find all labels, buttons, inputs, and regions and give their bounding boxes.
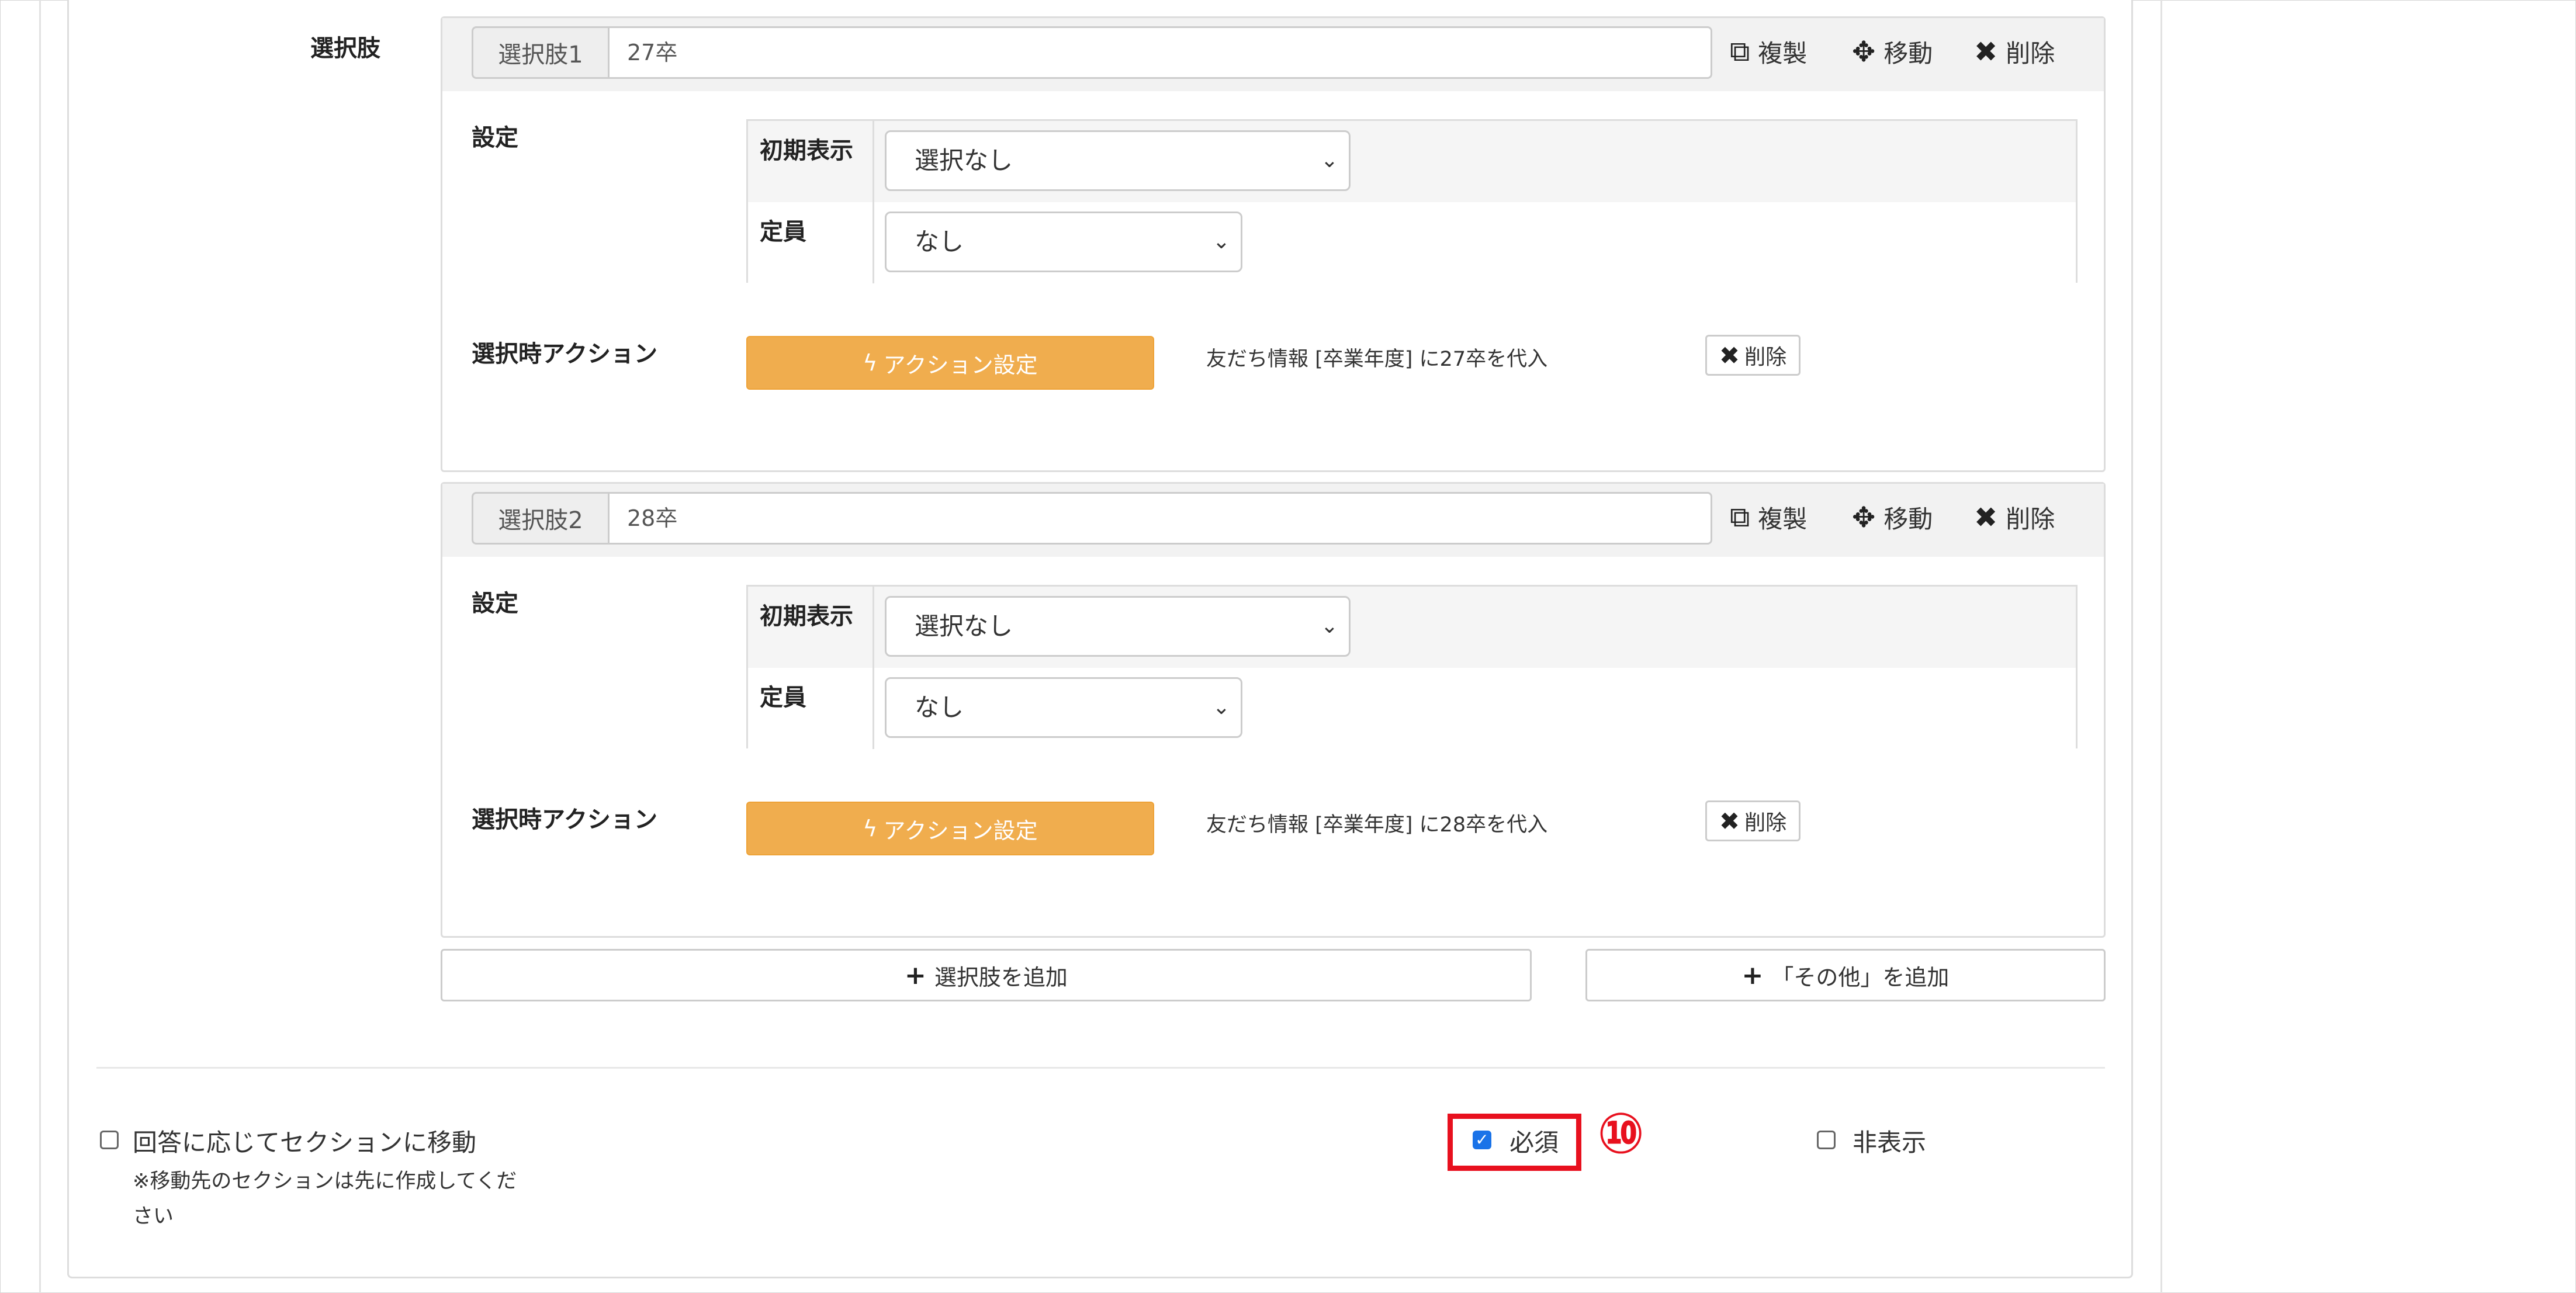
plus-icon: + <box>905 960 926 990</box>
section-jump-note-line2: さい <box>133 1205 174 1228</box>
capacity-label: 定員 <box>748 202 874 283</box>
section-jump-label: 回答に応じてセクションに移動 <box>133 1128 477 1157</box>
callout-number: ⑩ <box>1597 1101 1645 1166</box>
settings-table: 初期表示 選択なし ⌄ 定員 なし ⌄ <box>746 119 2078 283</box>
choices-field-label: 選択肢 <box>310 35 380 62</box>
move-button[interactable]: ✥ 移動 <box>1852 30 1933 74</box>
initial-display-select[interactable]: 選択なし ⌄ <box>885 596 1351 657</box>
move-icon: ✥ <box>1852 35 1876 68</box>
left-gutter-line <box>39 0 41 1293</box>
chevron-down-icon: ⌄ <box>1320 614 1338 638</box>
action-description: 友だち情報 [卒業年度] に27卒を代入 <box>1206 348 1548 371</box>
delete-button[interactable]: ✖ 削除 <box>1974 495 2055 539</box>
highlight-box <box>1448 1114 1581 1171</box>
action-description: 友だち情報 [卒業年度] に28卒を代入 <box>1206 813 1548 837</box>
close-icon: ✖ <box>1719 341 1740 370</box>
choice-addon-label: 選択肢2 <box>472 492 608 545</box>
section-divider <box>96 1067 2105 1069</box>
action-label: 選択時アクション <box>472 341 657 368</box>
choice-panel-2: 選択肢2 28卒 ⧉ 複製 ✥ 移動 ✖ 削除 設定 初期表示 選択なし ⌄ 定員 な… <box>441 482 2106 938</box>
copy-label: 複製 <box>1758 505 1808 533</box>
move-button[interactable]: ✥ 移動 <box>1852 495 1933 539</box>
initial-display-value: 選択なし <box>915 146 1013 175</box>
action-delete-button[interactable]: ✖ 削除 <box>1705 335 1801 376</box>
capacity-label: 定員 <box>748 668 874 749</box>
copy-icon: ⧉ <box>1730 501 1750 533</box>
settings-label: 設定 <box>472 590 518 617</box>
bolt-icon: ϟ <box>863 350 878 376</box>
copy-icon: ⧉ <box>1730 35 1750 68</box>
settings-table: 初期表示 選択なし ⌄ 定員 なし ⌄ <box>746 585 2078 749</box>
initial-display-row: 初期表示 選択なし ⌄ <box>748 587 2076 670</box>
hidden-label: 非表示 <box>1853 1128 1927 1157</box>
choice-text-input[interactable]: 27卒 <box>608 26 1712 79</box>
copy-label: 複製 <box>1758 39 1808 68</box>
initial-display-select[interactable]: 選択なし ⌄ <box>885 130 1351 191</box>
choice-panel-header: 選択肢1 27卒 ⧉ 複製 ✥ 移動 ✖ 削除 <box>442 18 2104 91</box>
chevron-down-icon: ⌄ <box>1212 695 1230 719</box>
capacity-row: 定員 なし ⌄ <box>748 668 2076 749</box>
initial-display-value: 選択なし <box>915 612 1013 640</box>
delete-label: 削除 <box>2006 505 2055 533</box>
add-other-label: 「その他」を追加 <box>1771 964 1950 990</box>
settings-label: 設定 <box>472 124 518 151</box>
initial-display-label: 初期表示 <box>748 587 874 668</box>
choice-text-input[interactable]: 28卒 <box>608 492 1712 545</box>
action-label: 選択時アクション <box>472 806 657 833</box>
action-settings-button[interactable]: ϟ アクション設定 <box>746 336 1154 390</box>
chevron-down-icon: ⌄ <box>1320 148 1338 172</box>
hidden-checkbox[interactable] <box>1817 1131 1836 1149</box>
move-label: 移動 <box>1883 505 1933 533</box>
add-choice-label: 選択肢を追加 <box>934 964 1068 990</box>
delete-button[interactable]: ✖ 削除 <box>1974 30 2055 74</box>
chevron-down-icon: ⌄ <box>1212 230 1230 254</box>
move-label: 移動 <box>1883 39 1933 68</box>
choice-panel-header: 選択肢2 28卒 ⧉ 複製 ✥ 移動 ✖ 削除 <box>442 484 2104 557</box>
right-gutter-line <box>2160 0 2162 1293</box>
bolt-icon: ϟ <box>863 816 878 841</box>
initial-display-label: 初期表示 <box>748 121 874 202</box>
move-icon: ✥ <box>1852 501 1876 534</box>
delete-label: 削除 <box>2006 39 2055 68</box>
capacity-value: なし <box>915 693 964 722</box>
close-icon: ✖ <box>1974 35 1998 68</box>
capacity-row: 定員 なし ⌄ <box>748 202 2076 283</box>
section-jump-checkbox[interactable] <box>100 1131 119 1149</box>
action-settings-label: アクション設定 <box>883 352 1038 378</box>
choice-addon-label: 選択肢1 <box>472 26 608 79</box>
action-settings-label: アクション設定 <box>883 817 1038 844</box>
action-settings-button[interactable]: ϟ アクション設定 <box>746 802 1154 855</box>
add-other-button[interactable]: + 「その他」を追加 <box>1585 949 2106 1001</box>
initial-display-row: 初期表示 選択なし ⌄ <box>748 121 2076 204</box>
plus-icon: + <box>1741 960 1764 990</box>
capacity-value: なし <box>915 227 964 256</box>
copy-button[interactable]: ⧉ 複製 <box>1730 30 1807 74</box>
capacity-select[interactable]: なし ⌄ <box>885 212 1242 272</box>
choice-panel-1: 選択肢1 27卒 ⧉ 複製 ✥ 移動 ✖ 削除 設定 初期表示 選択なし ⌄ 定員 な… <box>441 16 2106 472</box>
action-delete-button[interactable]: ✖ 削除 <box>1705 800 1801 841</box>
copy-button[interactable]: ⧉ 複製 <box>1730 495 1807 539</box>
capacity-select[interactable]: なし ⌄ <box>885 677 1242 738</box>
close-icon: ✖ <box>1719 806 1740 836</box>
add-choice-button[interactable]: + 選択肢を追加 <box>441 949 1532 1001</box>
action-delete-label: 削除 <box>1744 345 1787 369</box>
section-jump-note-line1: ※移動先のセクションは先に作成してくだ <box>133 1170 517 1193</box>
close-icon: ✖ <box>1974 501 1998 534</box>
action-delete-label: 削除 <box>1744 811 1787 835</box>
